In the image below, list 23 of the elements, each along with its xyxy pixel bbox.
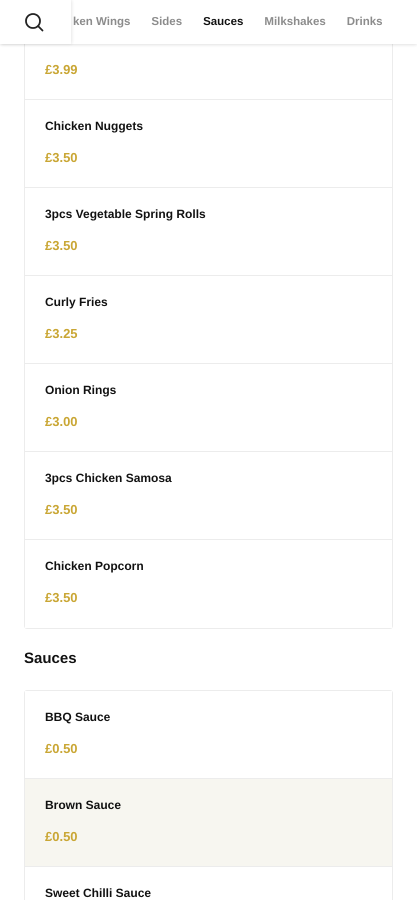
item-name: Chicken Popcorn (45, 558, 145, 574)
search-icon (24, 12, 44, 32)
item-price: £3.00 (45, 413, 79, 431)
section-heading: Sauces (24, 650, 78, 668)
item-price: £0.50 (45, 740, 79, 758)
item-price: £3.50 (45, 149, 79, 167)
item-name: BBQ Sauce (45, 709, 112, 725)
item-name: 3pcs Chicken Samosa (45, 470, 173, 486)
item-name: Chicken Nuggets (45, 118, 144, 134)
item-name: 3pcs Vegetable Spring Rolls (45, 206, 207, 222)
item-price: £3.50 (45, 501, 79, 519)
menu-item[interactable]: Brown Sauce £0.50 (25, 779, 392, 867)
item-name: Onion Rings (45, 382, 118, 398)
item-price: £0.50 (45, 828, 79, 846)
item-price: £3.99 (45, 61, 79, 79)
item-name: Brown Sauce (45, 797, 122, 813)
item-name: Sweet Chilli Sauce (45, 885, 152, 900)
item-price: £3.50 (45, 237, 79, 255)
item-price: £3.50 (45, 589, 79, 607)
menu-item[interactable]: BBQ Sauce £0.50 (25, 691, 392, 779)
item-name: Curly Fries (45, 294, 109, 310)
item-price: £3.25 (45, 325, 79, 343)
category-tab[interactable]: Sauces (203, 16, 244, 28)
